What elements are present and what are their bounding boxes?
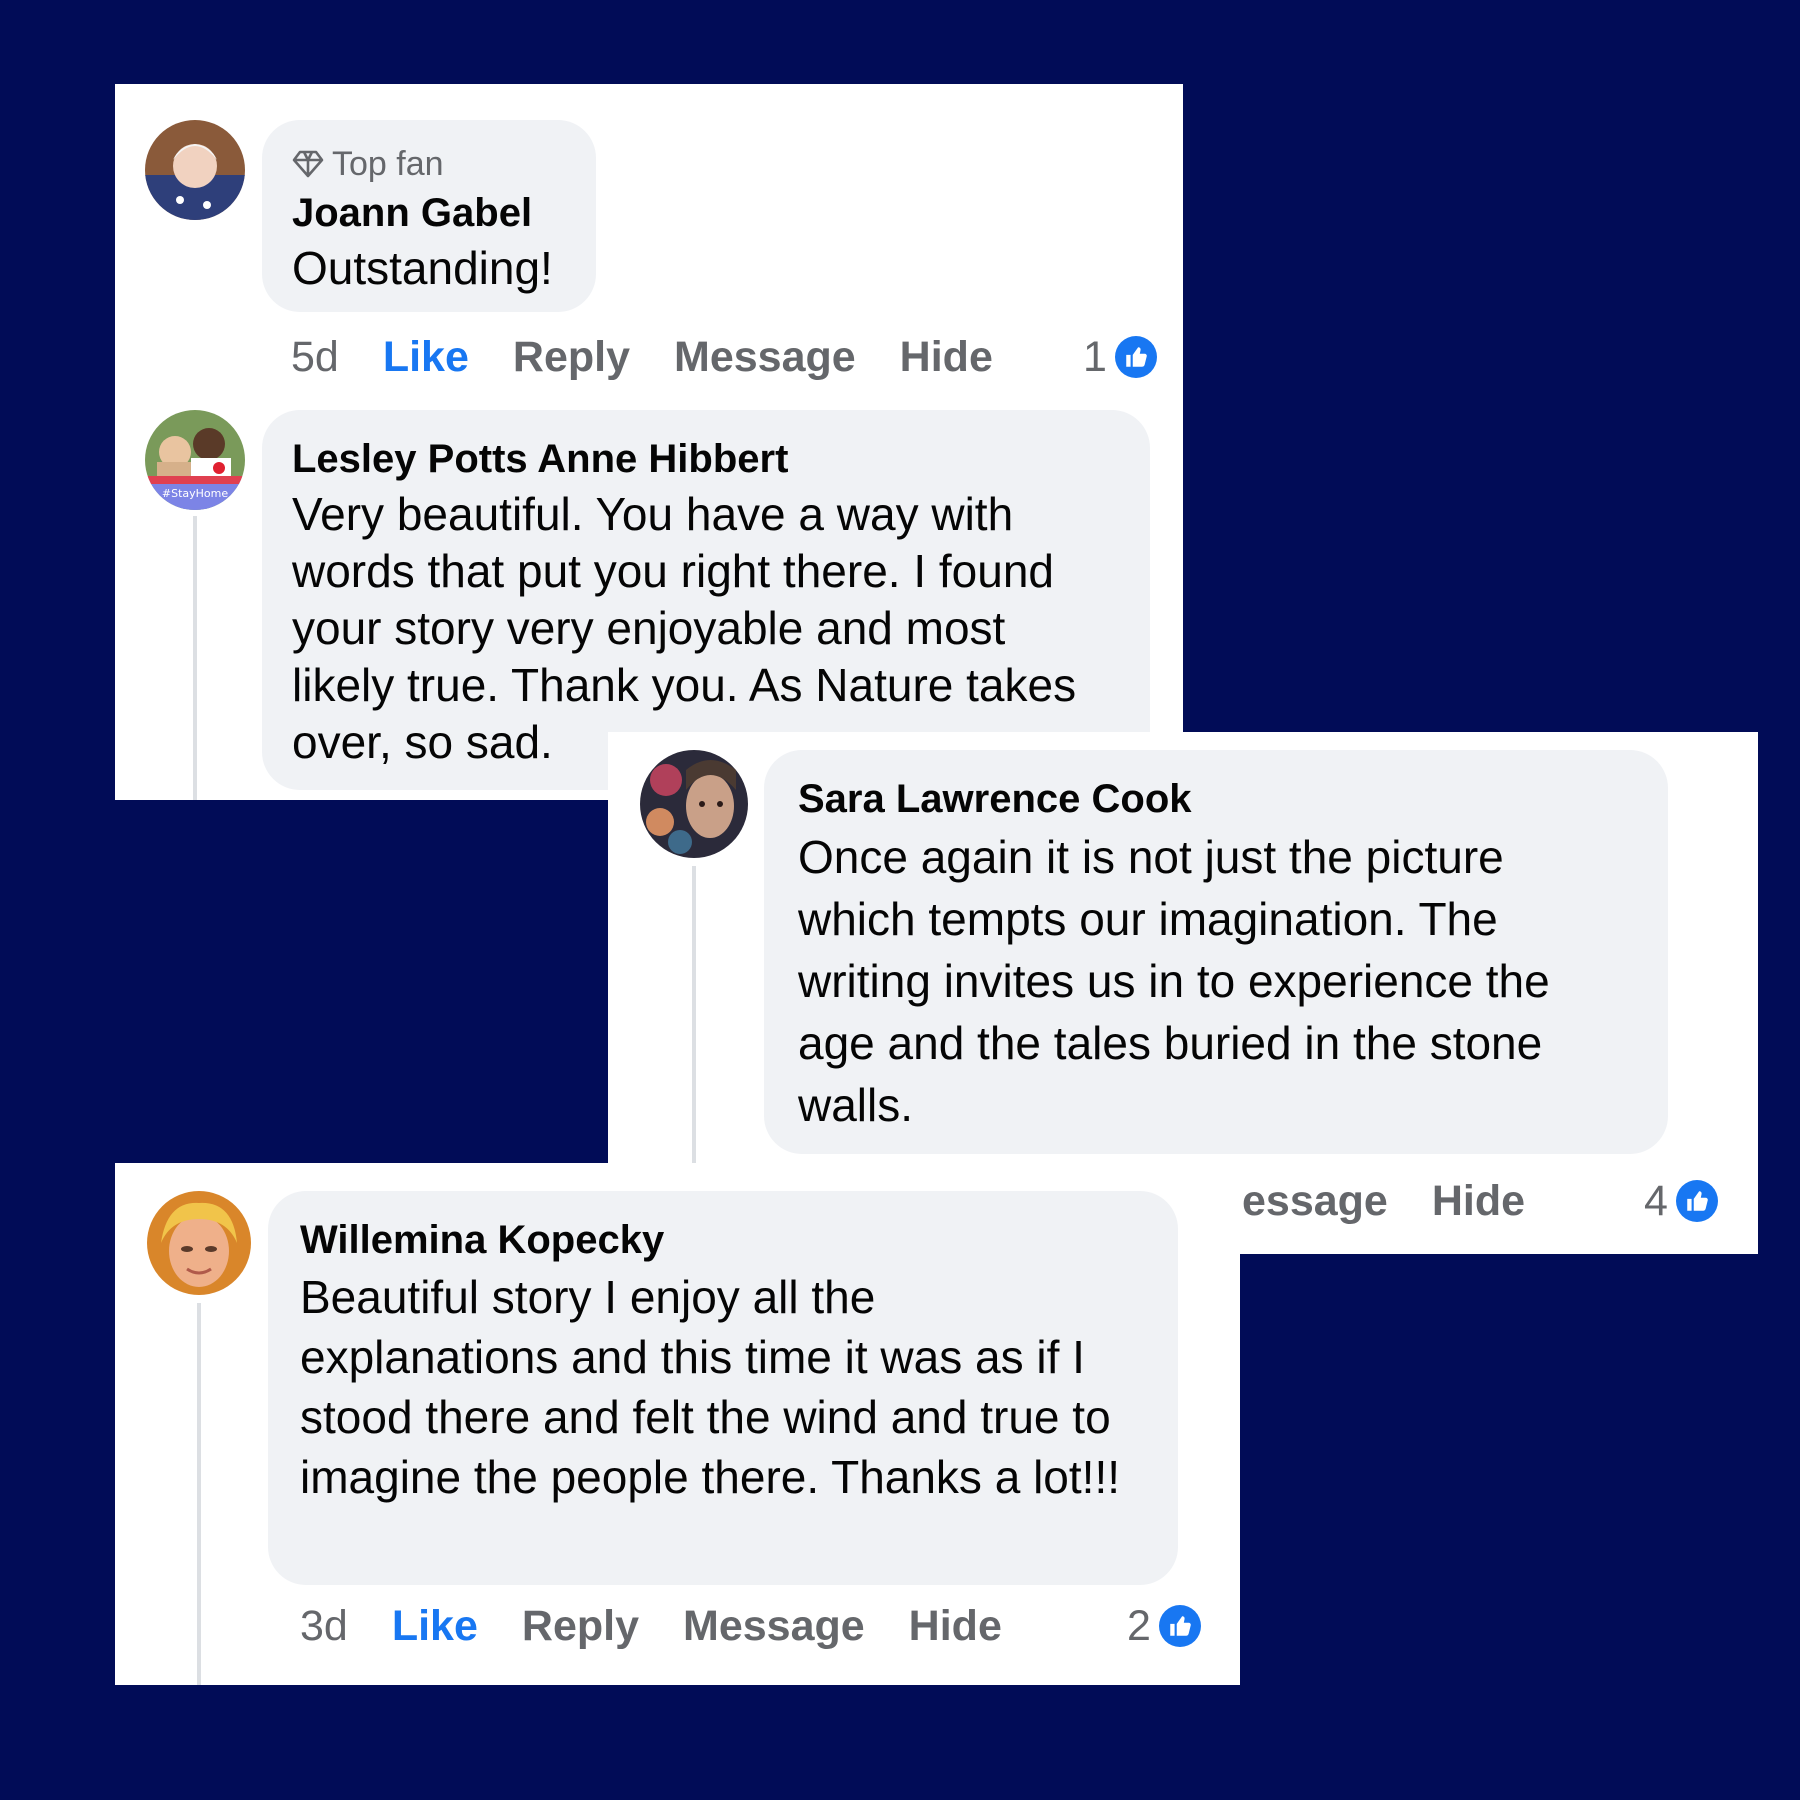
reaction-count[interactable]: 2 [1127, 1589, 1201, 1663]
reaction-count-value: 1 [1083, 332, 1107, 381]
hide-button[interactable]: Hide [1432, 1177, 1525, 1226]
badge-label: Top fan [332, 145, 444, 183]
comment-actions: 3d Like Reply Message Hide [300, 1589, 1002, 1663]
comment-text: Once again it is not just the picture wh… [798, 831, 1550, 1131]
hide-button[interactable]: Hide [900, 333, 993, 382]
message-button[interactable]: Message [674, 333, 856, 382]
reaction-count[interactable]: 1 [1083, 322, 1157, 392]
comment-actions: 5d Like Reply Message Hide [291, 322, 993, 392]
thumbs-up-icon [1675, 1180, 1718, 1222]
author-name[interactable]: Joann Gabel [292, 186, 566, 240]
thumbs-up-icon [1158, 1605, 1201, 1647]
like-button[interactable]: Like [383, 333, 469, 382]
avatar-willemina-kopecky[interactable] [147, 1191, 251, 1295]
hide-button[interactable]: Hide [909, 1602, 1002, 1651]
thumbs-up-icon [1114, 336, 1157, 378]
thread-line [193, 516, 197, 800]
avatar-lesley-potts[interactable]: #StayHome [145, 410, 245, 510]
reply-button[interactable]: Reply [513, 333, 630, 382]
comment-time[interactable]: 3d [300, 1602, 348, 1651]
avatar-sara-lawrence-cook[interactable] [640, 750, 748, 858]
avatar-joann-gabel[interactable] [145, 120, 245, 220]
comment-text: Beautiful story I enjoy all the explanat… [300, 1271, 1121, 1503]
comment-time[interactable]: 5d [291, 333, 339, 382]
comment-bubble: Willemina Kopecky Beautiful story I enjo… [268, 1191, 1178, 1585]
comment-actions: essage Hide [1242, 1164, 1525, 1238]
thread-line [197, 1303, 201, 1685]
thread-line [692, 866, 696, 1166]
top-fan-badge: Top fan [292, 142, 566, 186]
comment-text: Outstanding! [292, 242, 553, 294]
author-name[interactable]: Sara Lawrence Cook [798, 772, 1634, 826]
reaction-count[interactable]: 4 [1644, 1164, 1718, 1238]
reaction-count-value: 2 [1127, 1601, 1151, 1650]
comment-bubble: Top fan Joann Gabel Outstanding! [262, 120, 596, 312]
comment-card-bottom: Willemina Kopecky Beautiful story I enjo… [115, 1163, 1240, 1685]
comment-text: Very beautiful. You have a way with word… [292, 488, 1077, 768]
reply-button[interactable]: Reply [522, 1602, 639, 1651]
like-button[interactable]: Like [392, 1602, 478, 1651]
diamond-icon [292, 150, 324, 178]
message-button[interactable]: Message [683, 1602, 865, 1651]
stayhome-frame-text: #StayHome [162, 487, 228, 500]
comment-card-top: Top fan Joann Gabel Outstanding! 5d Like… [115, 84, 1183, 800]
comment-bubble: Sara Lawrence Cook Once again it is not … [764, 750, 1668, 1154]
author-name[interactable]: Willemina Kopecky [300, 1213, 1146, 1267]
reaction-count-value: 4 [1644, 1176, 1668, 1225]
author-name[interactable]: Lesley Potts Anne Hibbert [292, 432, 1120, 486]
message-button[interactable]: essage [1242, 1177, 1388, 1226]
